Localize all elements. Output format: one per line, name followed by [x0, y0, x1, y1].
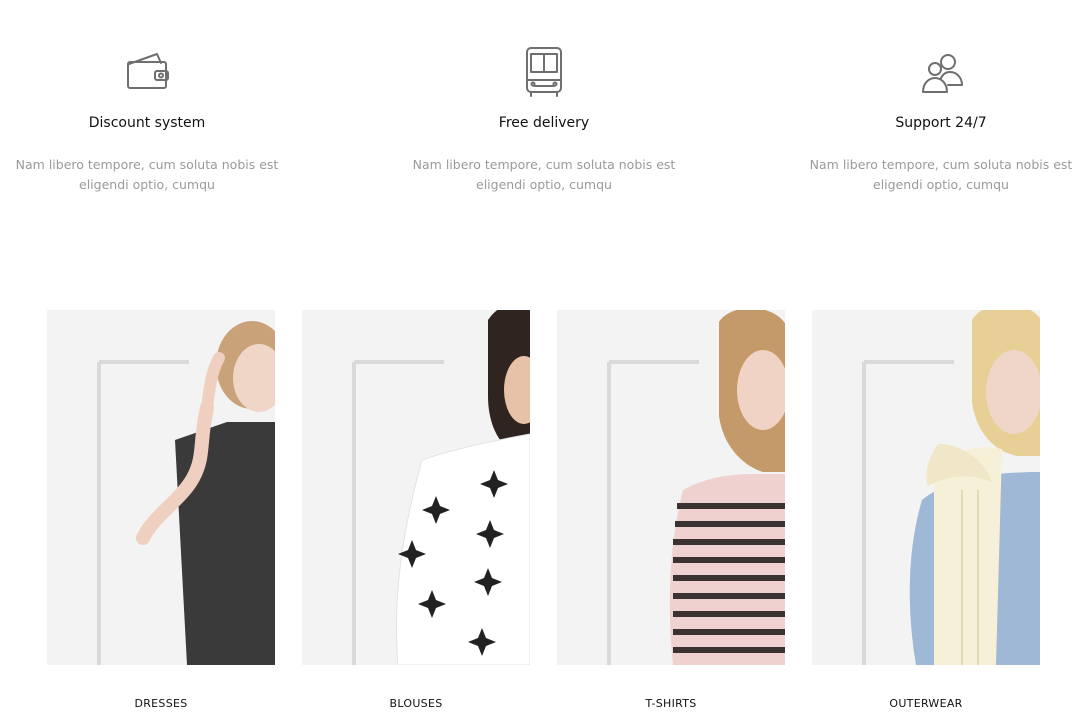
category-card-outerwear[interactable]: OUTERWEAR: [812, 310, 1040, 721]
category-card-tshirts[interactable]: T-SHIRTS: [557, 310, 785, 721]
bus-icon: [394, 44, 694, 100]
category-label[interactable]: OUTERWEAR: [812, 697, 1040, 710]
category-image[interactable]: [302, 310, 530, 665]
category-grid: DRESSES BLOUSES T-SHIRTS OUTERWEAR: [0, 310, 1091, 721]
category-image[interactable]: [557, 310, 785, 665]
feature-title: Discount system: [88, 115, 206, 131]
wallet-icon: [0, 44, 297, 100]
category-label[interactable]: DRESSES: [47, 697, 275, 710]
category-card-dresses[interactable]: DRESSES: [47, 310, 275, 721]
feature-title: Free delivery: [498, 115, 590, 131]
feature-title: Support 24/7: [895, 115, 987, 131]
users-icon: [791, 44, 1091, 100]
category-image[interactable]: [812, 310, 1040, 665]
feature-description: Nam libero tempore, cum soluta nobis est…: [809, 157, 1073, 192]
feature-description: Nam libero tempore, cum soluta nobis est…: [15, 157, 279, 192]
category-card-blouses[interactable]: BLOUSES: [302, 310, 530, 721]
feature-description: Nam libero tempore, cum soluta nobis est…: [412, 157, 676, 192]
features-section: Discount system Nam libero tempore, cum …: [0, 0, 1091, 240]
category-label[interactable]: BLOUSES: [302, 697, 530, 710]
category-image[interactable]: [47, 310, 275, 665]
category-label[interactable]: T-SHIRTS: [557, 697, 785, 710]
